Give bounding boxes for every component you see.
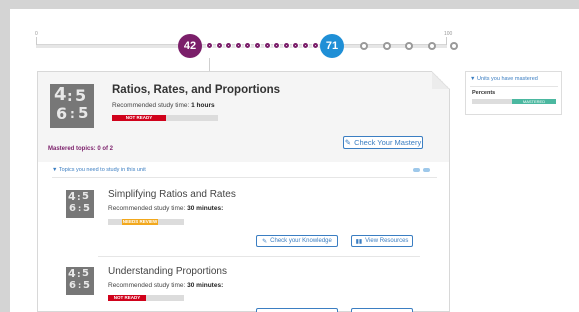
study-time-value: 1 hours — [191, 102, 215, 109]
topics-toggle[interactable]: ▼ Topics you need to study in this unit — [52, 167, 146, 173]
topic-divider — [98, 256, 420, 257]
check-knowledge-label: Check your Knowledge — [270, 238, 332, 244]
study-time-value: 30 minutes: — [187, 205, 224, 212]
study-time-prefix: Recommended study time: — [108, 282, 186, 289]
topics-divider — [52, 177, 437, 178]
view-resources-button-partial[interactable] — [351, 308, 413, 312]
learned-dot — [234, 42, 242, 49]
progress-track: 0 100 42 71 — [34, 31, 458, 58]
track-connector — [209, 58, 210, 71]
triangle-down-icon: ▼ — [52, 167, 58, 173]
unit-status-badge: NOT READY — [112, 115, 166, 121]
topic-title[interactable]: Understanding Proportions — [108, 266, 227, 277]
view-resources-label: View Resources — [365, 238, 409, 244]
upcoming-dot — [427, 42, 436, 50]
topic-ratio-icon: 4 : 5 6 : 5 — [66, 190, 94, 218]
learned-dot — [311, 42, 319, 49]
page-fold-corner — [432, 71, 450, 89]
check-mastery-label: Check Your Mastery — [354, 138, 422, 147]
unit-ratio-icon: 4 : 5 6 : 5 — [50, 84, 94, 128]
unit-study-time: Recommended study time: 1 hours — [112, 102, 215, 109]
target-score-node[interactable]: 71 — [320, 34, 344, 58]
mastered-units-toggle[interactable]: ▼ Units you have mastered — [470, 76, 538, 82]
learned-dot — [282, 42, 290, 49]
unit-status-bar: NOT READY — [112, 115, 218, 121]
check-mastery-button[interactable]: ✎ Check Your Mastery — [343, 136, 423, 149]
upcoming-dot — [382, 42, 391, 50]
learned-dot — [206, 42, 213, 49]
upcoming-dot — [405, 42, 413, 50]
track-start-tick — [36, 37, 37, 45]
track-end-tick — [446, 37, 447, 45]
study-time-prefix: Recommended study time: — [108, 205, 186, 212]
topic-title[interactable]: Simplifying Ratios and Rates — [108, 189, 236, 200]
learned-dot — [254, 42, 261, 49]
topic-study-time: Recommended study time: 30 minutes: — [108, 282, 223, 289]
mastered-units-panel: ▼ Units you have mastered Percents MASTE… — [465, 71, 562, 115]
mastered-unit-name[interactable]: Percents — [472, 90, 495, 96]
learned-dot — [302, 42, 309, 49]
learned-dot — [215, 42, 223, 49]
upcoming-dot — [360, 42, 368, 50]
study-time-value: 30 minutes: — [187, 282, 224, 289]
check-knowledge-button[interactable]: ✎ Check your Knowledge — [256, 235, 338, 247]
upcoming-dot — [450, 42, 458, 50]
pager-dot-2[interactable] — [423, 168, 430, 172]
track-start-label: 0 — [35, 31, 38, 37]
mastered-unit-bar: MASTERED — [472, 99, 556, 104]
topic-status-bar: NEEDS REVIEW — [108, 219, 184, 225]
view-resources-button[interactable]: ▮▮ View Resources — [351, 235, 413, 247]
topic-study-time: Recommended study time: 30 minutes: — [108, 205, 223, 212]
topic-ratio-icon: 4 : 5 6 : 5 — [66, 267, 94, 295]
topics-toggle-label: Topics you need to study in this unit — [58, 167, 146, 173]
pencil-icon: ✎ — [344, 138, 352, 147]
mastered-badge: MASTERED — [512, 99, 556, 104]
unit-card: 4 : 5 6 : 5 Ratios, Rates, and Proportio… — [37, 71, 450, 312]
mastered-units-header: Units you have mastered — [476, 76, 538, 82]
topic-status-bar: NOT READY — [108, 295, 184, 301]
learned-dot — [263, 42, 271, 49]
study-time-prefix: Recommended study time: — [112, 102, 190, 109]
triangle-down-icon: ▼ — [470, 76, 476, 82]
pencil-icon: ✎ — [262, 238, 268, 245]
unit-title: Ratios, Rates, and Proportions — [112, 84, 281, 96]
check-knowledge-button-partial[interactable] — [256, 308, 338, 312]
pager-dot-1[interactable] — [413, 168, 420, 172]
panel-divider — [470, 86, 558, 87]
window-left-border — [0, 9, 10, 312]
topic-status-badge: NOT READY — [108, 295, 146, 301]
book-icon: ▮▮ — [355, 238, 363, 245]
window-top-border — [0, 0, 579, 9]
topic-status-badge: NEEDS REVIEW — [122, 219, 158, 225]
track-end-label: 100 — [444, 31, 453, 37]
current-score-node[interactable]: 42 — [178, 34, 202, 58]
mastered-topics-count: Mastered topics: 0 of 2 — [48, 146, 114, 152]
